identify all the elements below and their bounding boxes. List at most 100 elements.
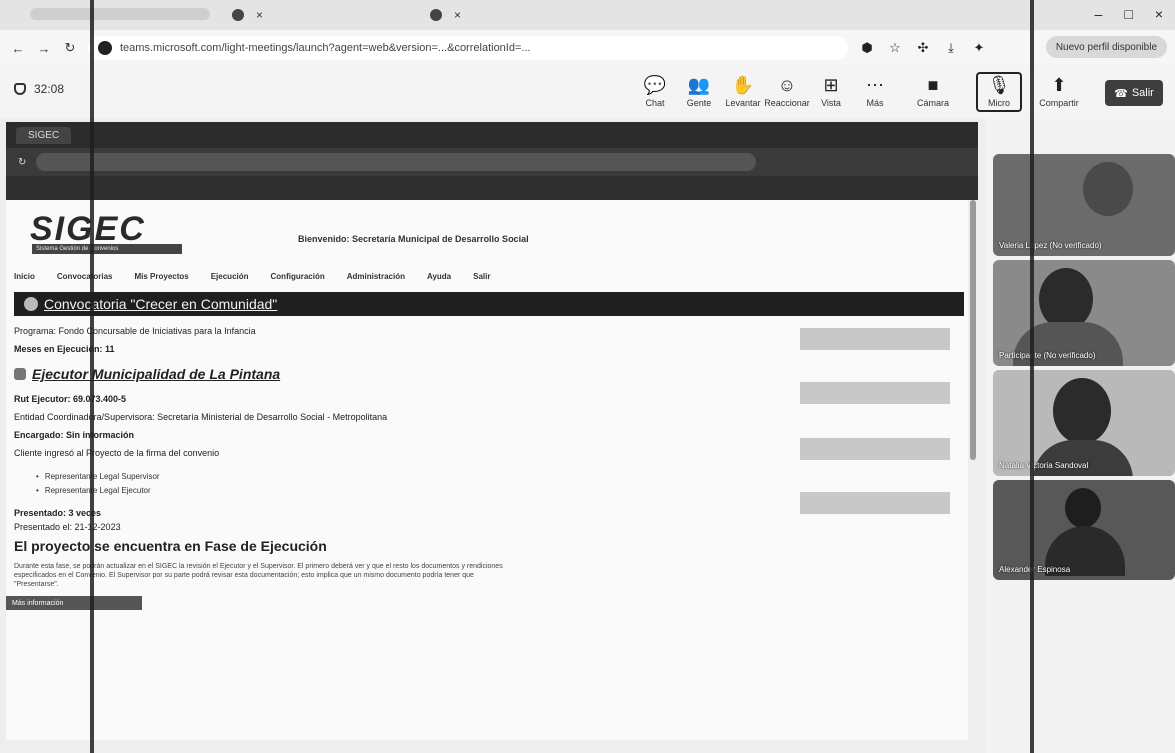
more-icon: ⋯ [866,75,884,95]
side-action-button [800,438,950,460]
download-icon[interactable]: ⤓ [942,40,960,56]
shared-screen: SIGEC ↻ SIGEC Sistema Gestión de Conveni… [0,118,985,753]
tab-close-icon[interactable]: × [454,8,461,22]
arrow-left-icon[interactable]: ← [10,41,26,56]
profile-extension-icon[interactable]: ✦ [970,40,988,56]
side-action-button [800,492,950,514]
scan-line [1030,0,1034,753]
microphone-button[interactable]: 🎙 Micro [976,72,1022,112]
view-label: Vista [821,98,841,108]
share-icon: ⬆ [1051,75,1067,95]
shared-scrollbar [970,200,976,460]
menu-item-convocatorias: Convocatorias [56,272,113,281]
meeting-toolbar: 32:08 💬 Chat 👥 Gente ✋ Levantar ☺ Reacci… [0,66,1175,118]
shared-tab-bar: SIGEC [6,122,978,148]
phone-hangup-icon: ☎ [1114,87,1128,100]
react-label: Reaccionar [764,98,810,108]
sigec-logo: SIGEC Sistema Gestión de Convenios [16,210,246,254]
scan-line [90,0,94,753]
menu-item-administracion: Administración [346,272,405,281]
bookmark-star-icon[interactable]: ☆ [886,40,904,56]
browser-tab-bar: × × – □ × [0,0,1175,30]
view-button[interactable]: ⊞ Vista [808,74,854,108]
participant-name: Natalia Victoria Sandoval [999,461,1089,470]
browser-address-bar: ← → ↻ teams.microsoft.com/light-meetings… [0,30,1175,66]
shield-icon [14,83,26,95]
leave-button[interactable]: ☎ Salir [1105,80,1163,106]
raise-hand-button[interactable]: ✋ Levantar [720,74,766,108]
teams-favicon-icon [232,9,244,21]
profile-button[interactable]: Nuevo perfil disponible [1045,36,1167,58]
programa-field: Programa: Fondo Concursable de Iniciativ… [14,326,256,336]
browser-tab-active[interactable]: × [222,3,273,27]
participant-tile[interactable]: Valeria López (No verificado) [993,154,1175,256]
participant-name: Participante (No verificado) [999,351,1096,360]
side-action-button [800,328,950,350]
menu-item-salir: Salir [473,272,491,281]
participant-tile[interactable]: Alexander Espinosa [993,480,1175,580]
sigec-logo-subtitle: Sistema Gestión de Convenios [32,244,182,254]
entidad-field: Entidad Coordinadora/Supervisora: Secret… [14,412,388,422]
maximize-icon[interactable]: □ [1124,6,1132,22]
react-icon: ☺ [777,75,797,95]
share-label: Compartir [1039,98,1079,108]
participant-name: Alexander Espinosa [999,565,1071,574]
menu-item-configuracion: Configuración [270,272,325,281]
participant-tile[interactable]: Participante (No verificado) [993,260,1175,366]
browser-tab-inactive[interactable] [30,8,210,20]
convocatoria-title: Convocatoria "Crecer en Comunidad" [44,296,278,312]
close-window-icon[interactable]: × [1155,6,1163,22]
share-button[interactable]: ⬆ Compartir [1036,74,1082,108]
shared-address-bar: ↻ [6,148,978,176]
view-icon: ⊞ [823,75,839,95]
menu-item-ejecucion: Ejecución [210,272,249,281]
meses-field: Meses en Ejecución: 11 [14,344,115,354]
participant-body [1033,440,1133,476]
extensions-puzzle-icon[interactable]: ✣ [914,40,932,56]
people-button[interactable]: 👥 Gente [676,74,722,108]
presentado-field: Presentado: 3 veces [14,508,102,518]
participant-tile[interactable]: Natalia Victoria Sandoval [993,370,1175,476]
chat-icon: 💬 [643,75,667,95]
sigec-menu: Inicio Convocatorias Mis Proyectos Ejecu… [14,272,490,281]
minimize-icon[interactable]: – [1095,6,1103,22]
url-input[interactable]: teams.microsoft.com/light-meetings/launc… [88,36,848,60]
react-button[interactable]: ☺ Reaccionar [764,74,810,108]
presentado-fecha: Presentado el: 21-12-2023 [14,522,121,532]
raise-hand-label: Levantar [725,98,761,108]
menu-item-inicio: Inicio [14,272,35,281]
camera-icon: ■ [927,75,939,95]
site-info-icon[interactable] [98,41,112,55]
more-button[interactable]: ⋯ Más [852,74,898,108]
ejecutor-title: Ejecutor Municipalidad de La Pintana [14,366,280,382]
list-item: Representante Legal Supervisor [36,472,160,481]
encargado-field: Encargado: Sin información [14,430,135,440]
meeting-timer-text: 32:08 [34,82,65,96]
browser-tab-second[interactable]: × [420,3,471,27]
globe-icon [24,297,38,311]
camera-button[interactable]: ■ Cámara [910,74,956,108]
cliente-field: Cliente ingresó al Proyecto de la firma … [14,448,220,458]
convocatoria-header: Convocatoria "Crecer en Comunidad" [14,292,964,316]
menu-item-ayuda: Ayuda [426,272,452,281]
raise-hand-icon: ✋ [731,75,755,95]
reload-icon[interactable]: ↻ [62,40,78,56]
participant-video [1083,162,1133,216]
tab-favicon-icon [430,9,442,21]
arrow-right-icon[interactable]: → [36,41,52,56]
participant-video [1053,378,1111,444]
participant-video [1065,488,1101,528]
people-icon: 👥 [687,75,711,95]
menu-item-mis-proyectos: Mis Proyectos [134,272,189,281]
extension-icon[interactable]: ⬢ [858,40,876,56]
window-controls: – □ × [1095,6,1163,22]
sigec-page: SIGEC Sistema Gestión de Convenios Bienv… [6,200,968,740]
shared-reload-icon: ↻ [18,156,27,168]
chat-button[interactable]: 💬 Chat [632,74,678,108]
tab-close-icon[interactable]: × [256,8,263,22]
side-action-button [800,382,950,404]
participant-video [1039,268,1093,330]
shared-tab: SIGEC [16,126,72,144]
camera-label: Cámara [916,98,949,108]
shared-bookmarks-bar [6,176,978,200]
